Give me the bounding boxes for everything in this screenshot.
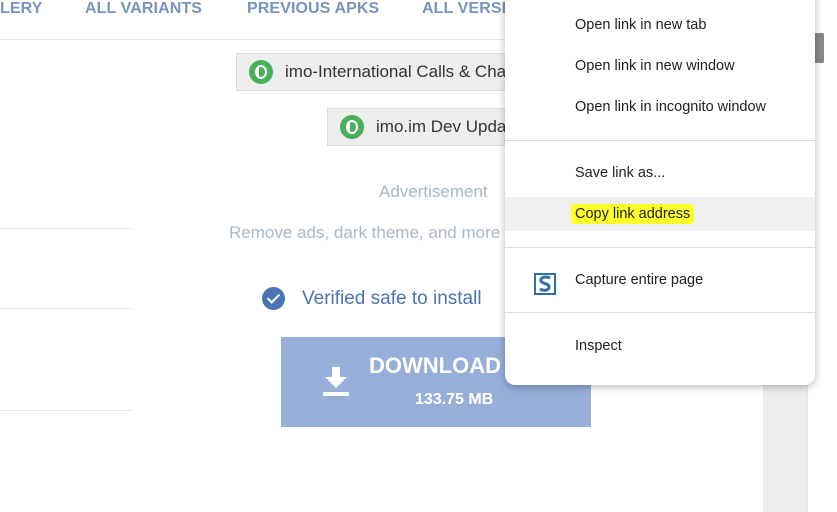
menu-item-open-incognito[interactable]: Open link in incognito window [505, 90, 815, 124]
developer-link-label: imo-International Calls & Cha [285, 62, 507, 81]
menu-item-label-highlighted: Copy link address [571, 204, 695, 224]
developer-icon [249, 60, 273, 84]
remove-ads-link[interactable]: Remove ads, dark theme, and more [229, 223, 500, 243]
menu-item-capture-entire-page[interactable]: Capture entire page [505, 263, 815, 297]
menu-item-label: Open link in new tab [575, 17, 707, 33]
context-menu: Open link in new tab Open link in new wi… [505, 0, 815, 385]
menu-separator [505, 140, 815, 141]
menu-separator [505, 247, 815, 248]
developer-link-2[interactable]: imo.im Dev Upda [327, 108, 517, 146]
developer-link-1[interactable]: imo-International Calls & Cha [236, 53, 516, 91]
menu-item-copy-link-address[interactable]: Copy link address [505, 197, 815, 231]
download-size: 133.75 MB [415, 391, 494, 408]
menu-separator [505, 312, 815, 313]
nav-item-previous-apks[interactable]: PREVIOUS APKS [247, 0, 379, 18]
download-icon [323, 367, 349, 396]
download-label: DOWNLOAD A [369, 353, 523, 378]
verified-text: Verified safe to install [302, 287, 482, 309]
nav-item-all-variants[interactable]: ALL VARIANTS [85, 0, 202, 18]
developer-icon [340, 115, 364, 139]
check-circle-icon [262, 287, 285, 310]
capture-page-icon [534, 273, 556, 295]
menu-item-save-link-as[interactable]: Save link as... [505, 156, 815, 190]
nav-item-all-versions[interactable]: ALL VERSI [422, 0, 506, 18]
menu-item-inspect[interactable]: Inspect [505, 329, 815, 363]
menu-item-label: Open link in new window [575, 58, 735, 74]
scrollbar-thumb[interactable] [814, 33, 824, 63]
divider [0, 228, 133, 229]
divider [0, 410, 133, 411]
nav-item-gallery[interactable]: LERY [0, 0, 42, 18]
menu-item-label: Save link as... [575, 165, 666, 181]
menu-item-label: Capture entire page [575, 272, 704, 288]
verified-badge: Verified safe to install [262, 287, 482, 310]
divider [0, 308, 133, 309]
menu-item-open-new-tab[interactable]: Open link in new tab [505, 8, 815, 42]
developer-link-label: imo.im Dev Upda [376, 117, 507, 136]
menu-item-label: Inspect [575, 338, 622, 354]
menu-item-label: Open link in incognito window [575, 99, 767, 115]
advertisement-label: Advertisement [379, 182, 488, 201]
menu-item-open-new-window[interactable]: Open link in new window [505, 49, 815, 83]
